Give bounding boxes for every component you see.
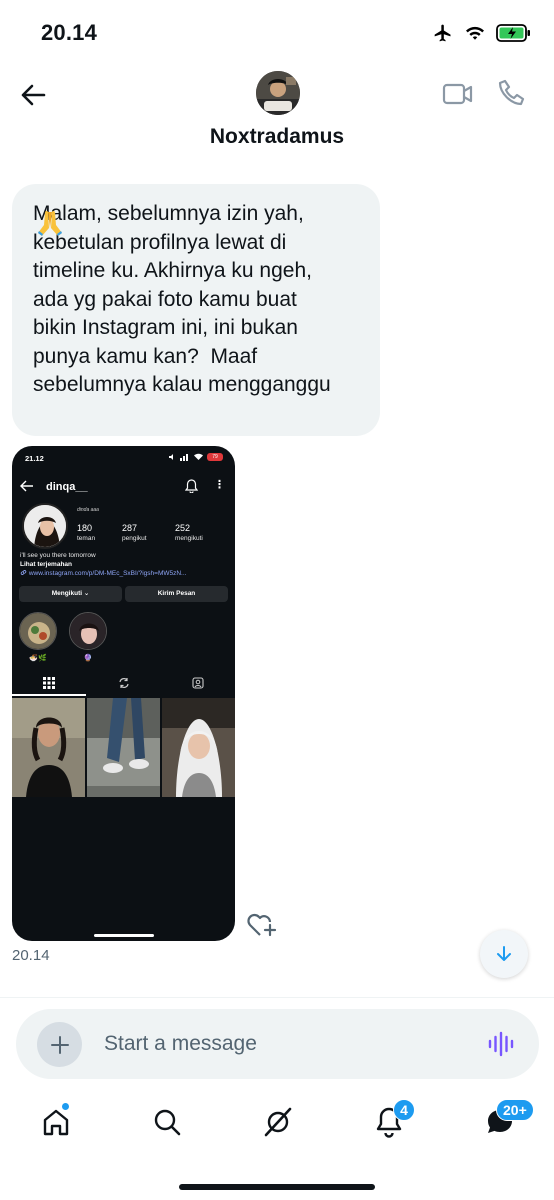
ig-bio: i'll see you there tomorrow Lihat terjem…: [20, 551, 186, 578]
ig-status-icons: 79: [168, 453, 223, 461]
status-time: 20.14: [41, 20, 98, 45]
ig-message-button: Kirim Pesan: [125, 586, 228, 602]
message-text: Malam, sebelumnya izin yah, kebetulan pr…: [33, 202, 331, 396]
ig-highlight-2: [69, 612, 107, 650]
ig-profile-avatar: [22, 503, 68, 549]
repost-icon: [119, 678, 129, 688]
bell-icon: [185, 479, 198, 493]
nav-home[interactable]: [36, 1102, 76, 1142]
back-button[interactable]: [16, 80, 50, 110]
ig-highlight-label-2: 🔮: [83, 655, 93, 662]
status-bar: 20.14: [0, 0, 554, 62]
add-reaction-button[interactable]: [246, 911, 278, 939]
wifi-icon: [464, 24, 486, 42]
ig-following-button: Mengikuti ⌄: [19, 586, 122, 602]
heart-plus-icon: [247, 913, 277, 937]
more-vertical-icon: ⋮: [214, 479, 225, 491]
video-call-icon: [442, 83, 473, 105]
home-icon: [43, 1109, 69, 1136]
battery-charging-icon: [496, 23, 532, 43]
voice-message-button[interactable]: [487, 1031, 515, 1057]
ig-translate-link: Lihat terjemahan: [20, 561, 73, 568]
bottom-navigation: 4 20+: [0, 1090, 554, 1160]
message-input[interactable]: [104, 1029, 454, 1059]
nav-search[interactable]: [147, 1102, 187, 1142]
scroll-to-bottom-button[interactable]: [480, 930, 528, 978]
tagged-icon: [192, 677, 204, 689]
ig-home-indicator: [94, 934, 154, 937]
ig-stat-teman: 180 teman: [77, 523, 96, 542]
ig-stat-mengikuti: 252 mengikuti: [175, 523, 203, 542]
ig-post-grid: [12, 698, 235, 797]
mute-icon: [169, 454, 173, 460]
phone-call-button[interactable]: [497, 78, 525, 108]
ig-post-3: [161, 698, 235, 797]
ig-highlight-1: [19, 612, 57, 650]
contact-avatar[interactable]: [256, 71, 300, 115]
notifications-badge: 4: [393, 1099, 415, 1121]
phone-call-icon: [498, 79, 525, 106]
arrow-down-icon: [497, 946, 511, 961]
ig-tabs: [12, 675, 235, 696]
ig-top-bar: dinqa__ ⋮: [12, 476, 235, 498]
conversation-header: Noxtradamus: [0, 62, 554, 162]
link-icon: [20, 570, 27, 575]
signal-icon: [180, 454, 188, 461]
ig-tab-indicator: [12, 694, 86, 696]
ig-battery: 79: [207, 453, 223, 461]
plus-icon: [50, 1035, 69, 1054]
airplane-icon: [432, 23, 454, 43]
nav-messages[interactable]: 20+: [480, 1099, 534, 1142]
ig-post-1: [12, 698, 86, 797]
ig-stat-pengikut: 287 pengikut: [122, 523, 147, 542]
home-notification-dot: [61, 1102, 70, 1111]
search-icon: [154, 1109, 181, 1136]
ig-username: dinqa__: [46, 481, 88, 493]
grid-icon: [43, 677, 55, 689]
message-composer: [16, 1009, 539, 1079]
voice-waveform-icon: [488, 1031, 514, 1057]
ig-status-bar: 21.12 79: [12, 446, 235, 472]
nav-grok[interactable]: [258, 1102, 298, 1142]
back-arrow-icon: [21, 84, 46, 106]
ig-bio-text: i'll see you there tomorrow: [20, 552, 96, 559]
add-attachment-button[interactable]: [37, 1022, 82, 1067]
ig-fullname: dinda aaa: [77, 507, 99, 513]
attached-image[interactable]: 21.12 79 dinqa__ ⋮ dinda aaa 180 teman 2…: [12, 446, 235, 941]
back-arrow-icon: [20, 480, 33, 492]
message-bubble[interactable]: Malam, sebelumnya izin yah, kebetulan pr…: [12, 184, 380, 436]
ig-status-time: 21.12: [25, 454, 44, 463]
grok-icon: [264, 1107, 292, 1137]
pray-emoji: 🙏: [34, 208, 66, 238]
video-call-button[interactable]: [442, 80, 474, 108]
status-icons: [432, 20, 532, 46]
messages-badge: 20+: [496, 1099, 534, 1121]
ig-post-2: [86, 698, 161, 797]
home-indicator: [179, 1184, 375, 1190]
contact-name[interactable]: Noxtradamus: [0, 125, 554, 149]
ig-highlight-label-1: 🍜🌿: [29, 655, 47, 662]
composer-divider: [0, 997, 554, 998]
nav-notifications[interactable]: 4: [369, 1099, 415, 1142]
message-timestamp: 20.14: [12, 947, 50, 964]
wifi-icon: [194, 453, 203, 460]
ig-bio-link: www.instagram.com/p/DM-MEc_SxBI/?igsh=MW…: [20, 569, 186, 578]
